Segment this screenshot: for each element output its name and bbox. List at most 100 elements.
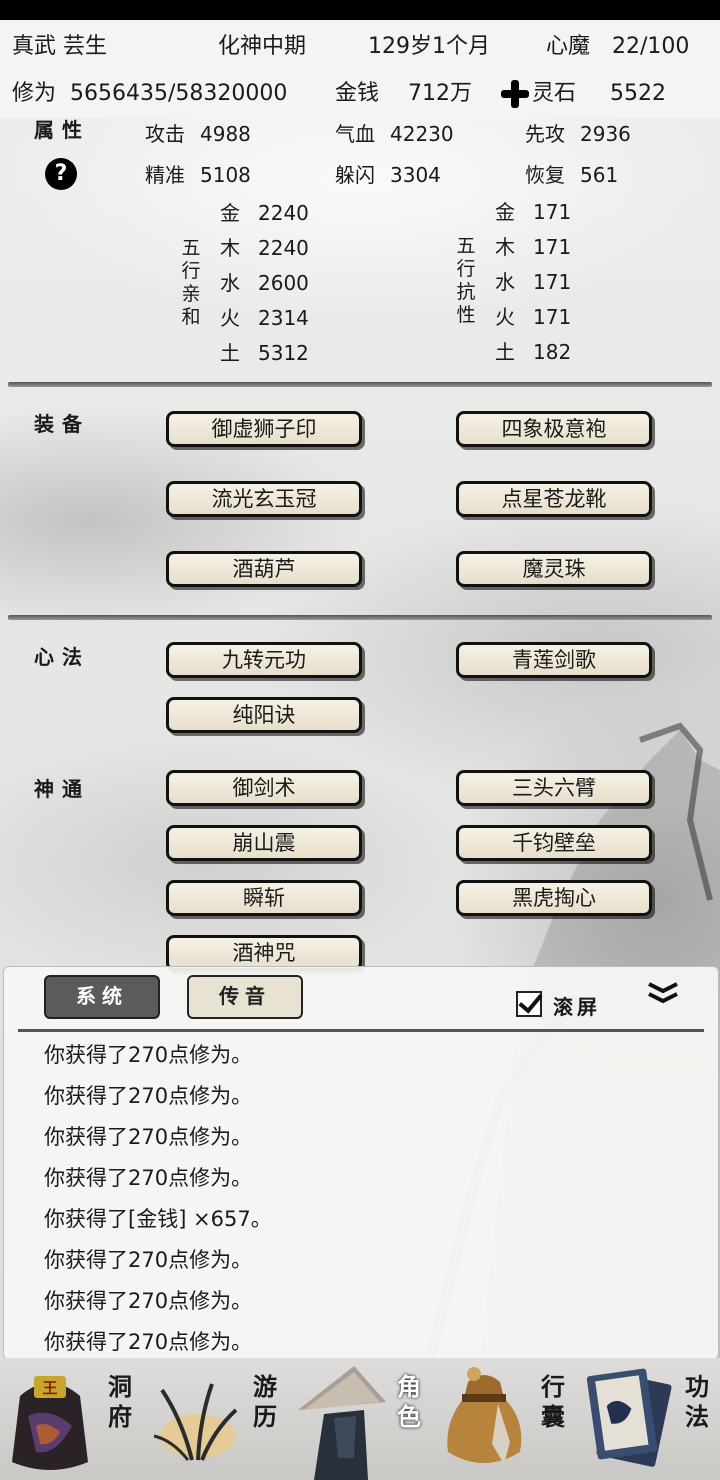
- section-divider: [8, 382, 712, 387]
- spirit-stone-value: 5522: [610, 81, 666, 106]
- equipment-title: 装备: [34, 412, 90, 436]
- log-line: 你获得了270点修为。: [44, 1043, 253, 1067]
- stat-label: 精准: [145, 163, 185, 187]
- section-divider: [8, 615, 712, 620]
- equipment-slot-button[interactable]: 四象极意袍: [456, 411, 652, 447]
- equipment-slot-button[interactable]: 魔灵珠: [456, 551, 652, 587]
- straw-hat-icon: [298, 1366, 386, 1480]
- stat-value: 4988: [200, 122, 251, 146]
- nav-label: 洞府: [108, 1372, 132, 1431]
- message-log-panel: 系统 传音 滚屏 你获得了270点修为。 你获得了270点修为。 你获得了270…: [3, 966, 719, 1360]
- affinity-value: 2240: [258, 236, 309, 260]
- stat-value: 5108: [200, 163, 251, 187]
- methods-title: 心法: [34, 645, 90, 669]
- stat-value: 42230: [390, 122, 454, 146]
- method-button[interactable]: 九转元功: [166, 642, 362, 678]
- log-line: 你获得了270点修为。: [44, 1084, 253, 1108]
- resistance-element: 木: [495, 235, 515, 259]
- realm-label: 化神中期: [218, 34, 307, 59]
- equipment-slot-button[interactable]: 流光玄玉冠: [166, 481, 362, 517]
- skill-button[interactable]: 御剑术: [166, 770, 362, 806]
- resistance-title: 五行抗性: [456, 235, 476, 326]
- affinity-value: 5312: [258, 341, 309, 365]
- affinity-element: 土: [220, 341, 240, 365]
- sack-icon: [447, 1367, 522, 1464]
- affinity-element: 金: [220, 201, 240, 225]
- skill-button[interactable]: 三头六臂: [456, 770, 652, 806]
- resistance-value: 182: [533, 340, 572, 364]
- help-icon[interactable]: ?: [45, 158, 77, 190]
- stat-value: 2936: [580, 122, 631, 146]
- equipment-slot-button[interactable]: 点星苍龙靴: [456, 481, 652, 517]
- nav-label: 行囊: [541, 1372, 565, 1431]
- method-button[interactable]: 青莲剑歌: [456, 642, 652, 678]
- log-line: 你获得了270点修为。: [44, 1330, 253, 1354]
- resistance-value: 171: [533, 305, 572, 329]
- double-chevron-down-icon[interactable]: [645, 981, 681, 1007]
- status-bar: [0, 0, 720, 20]
- log-line: 你获得了270点修为。: [44, 1289, 253, 1313]
- log-line: 你获得了[金钱] ×657。: [44, 1207, 272, 1231]
- spirit-stone-icon: [501, 80, 529, 108]
- grass-icon: [153, 1383, 238, 1461]
- books-icon: [586, 1368, 672, 1467]
- bottom-nav: 王 洞府 游历 角色 行囊 功法: [0, 1358, 720, 1480]
- resistance-value: 171: [533, 200, 572, 224]
- nav-label-active: 角色: [397, 1372, 421, 1431]
- stat-value: 3304: [390, 163, 441, 187]
- affinity-element: 木: [220, 236, 240, 260]
- affinity-element: 火: [220, 306, 240, 330]
- character-name: 真武 芸生: [12, 34, 107, 59]
- stat-label: 攻击: [145, 122, 185, 146]
- character-header: 真武 芸生 化神中期 129岁1个月 心魔 22/100 修为 5656435/…: [0, 20, 720, 118]
- stat-label: 气血: [335, 122, 375, 146]
- demon-value: 22/100: [612, 34, 690, 59]
- resistance-value: 171: [533, 270, 572, 294]
- attributes-title: 属性: [34, 118, 90, 142]
- autoscroll-checkbox[interactable]: [516, 991, 542, 1017]
- nav-label: 功法: [685, 1372, 709, 1431]
- affinity-value: 2240: [258, 201, 309, 225]
- skill-button[interactable]: 千钧壁垒: [456, 825, 652, 861]
- age-label: 129岁1个月: [368, 34, 490, 59]
- equipment-slot-button[interactable]: 御虚狮子印: [166, 411, 362, 447]
- nav-item-travel[interactable]: 游历: [144, 1358, 288, 1480]
- resistance-value: 171: [533, 235, 572, 259]
- nav-item-techniques[interactable]: 功法: [576, 1358, 720, 1480]
- affinity-element: 水: [220, 271, 240, 295]
- stat-label: 躲闪: [335, 163, 375, 187]
- tab-system[interactable]: 系统: [44, 975, 160, 1019]
- money-value: 712万: [408, 81, 472, 106]
- resistance-element: 金: [495, 200, 515, 224]
- affinity-title: 五行亲和: [181, 237, 201, 328]
- nav-label: 游历: [253, 1372, 277, 1431]
- cave-bag-icon: 王: [12, 1376, 88, 1470]
- log-line: 你获得了270点修为。: [44, 1248, 253, 1272]
- skill-button[interactable]: 黑虎掏心: [456, 880, 652, 916]
- nav-item-cave[interactable]: 王 洞府: [0, 1358, 144, 1480]
- stat-label: 恢复: [525, 163, 565, 187]
- autoscroll-label: 滚屏: [553, 995, 601, 1019]
- resistance-element: 土: [495, 340, 515, 364]
- cultivation-label: 修为: [12, 81, 57, 106]
- svg-text:王: 王: [42, 1379, 57, 1397]
- cultivation-value: 5656435/58320000: [70, 81, 288, 106]
- nav-item-character[interactable]: 角色: [288, 1358, 432, 1480]
- affinity-value: 2600: [258, 271, 309, 295]
- money-label: 金钱: [335, 81, 380, 106]
- log-line: 你获得了270点修为。: [44, 1166, 253, 1190]
- affinity-value: 2314: [258, 306, 309, 330]
- method-button[interactable]: 纯阳诀: [166, 697, 362, 733]
- nav-item-bag[interactable]: 行囊: [432, 1358, 576, 1480]
- spirit-stone-label: 灵石: [532, 81, 577, 106]
- resistance-element: 水: [495, 270, 515, 294]
- skill-button[interactable]: 瞬斩: [166, 880, 362, 916]
- skills-title: 神通: [34, 777, 90, 801]
- skill-button[interactable]: 崩山震: [166, 825, 362, 861]
- stat-label: 先攻: [525, 122, 565, 146]
- log-divider: [18, 1029, 704, 1032]
- resistance-element: 火: [495, 305, 515, 329]
- equipment-slot-button[interactable]: 酒葫芦: [166, 551, 362, 587]
- log-line: 你获得了270点修为。: [44, 1125, 253, 1149]
- tab-channel[interactable]: 传音: [187, 975, 303, 1019]
